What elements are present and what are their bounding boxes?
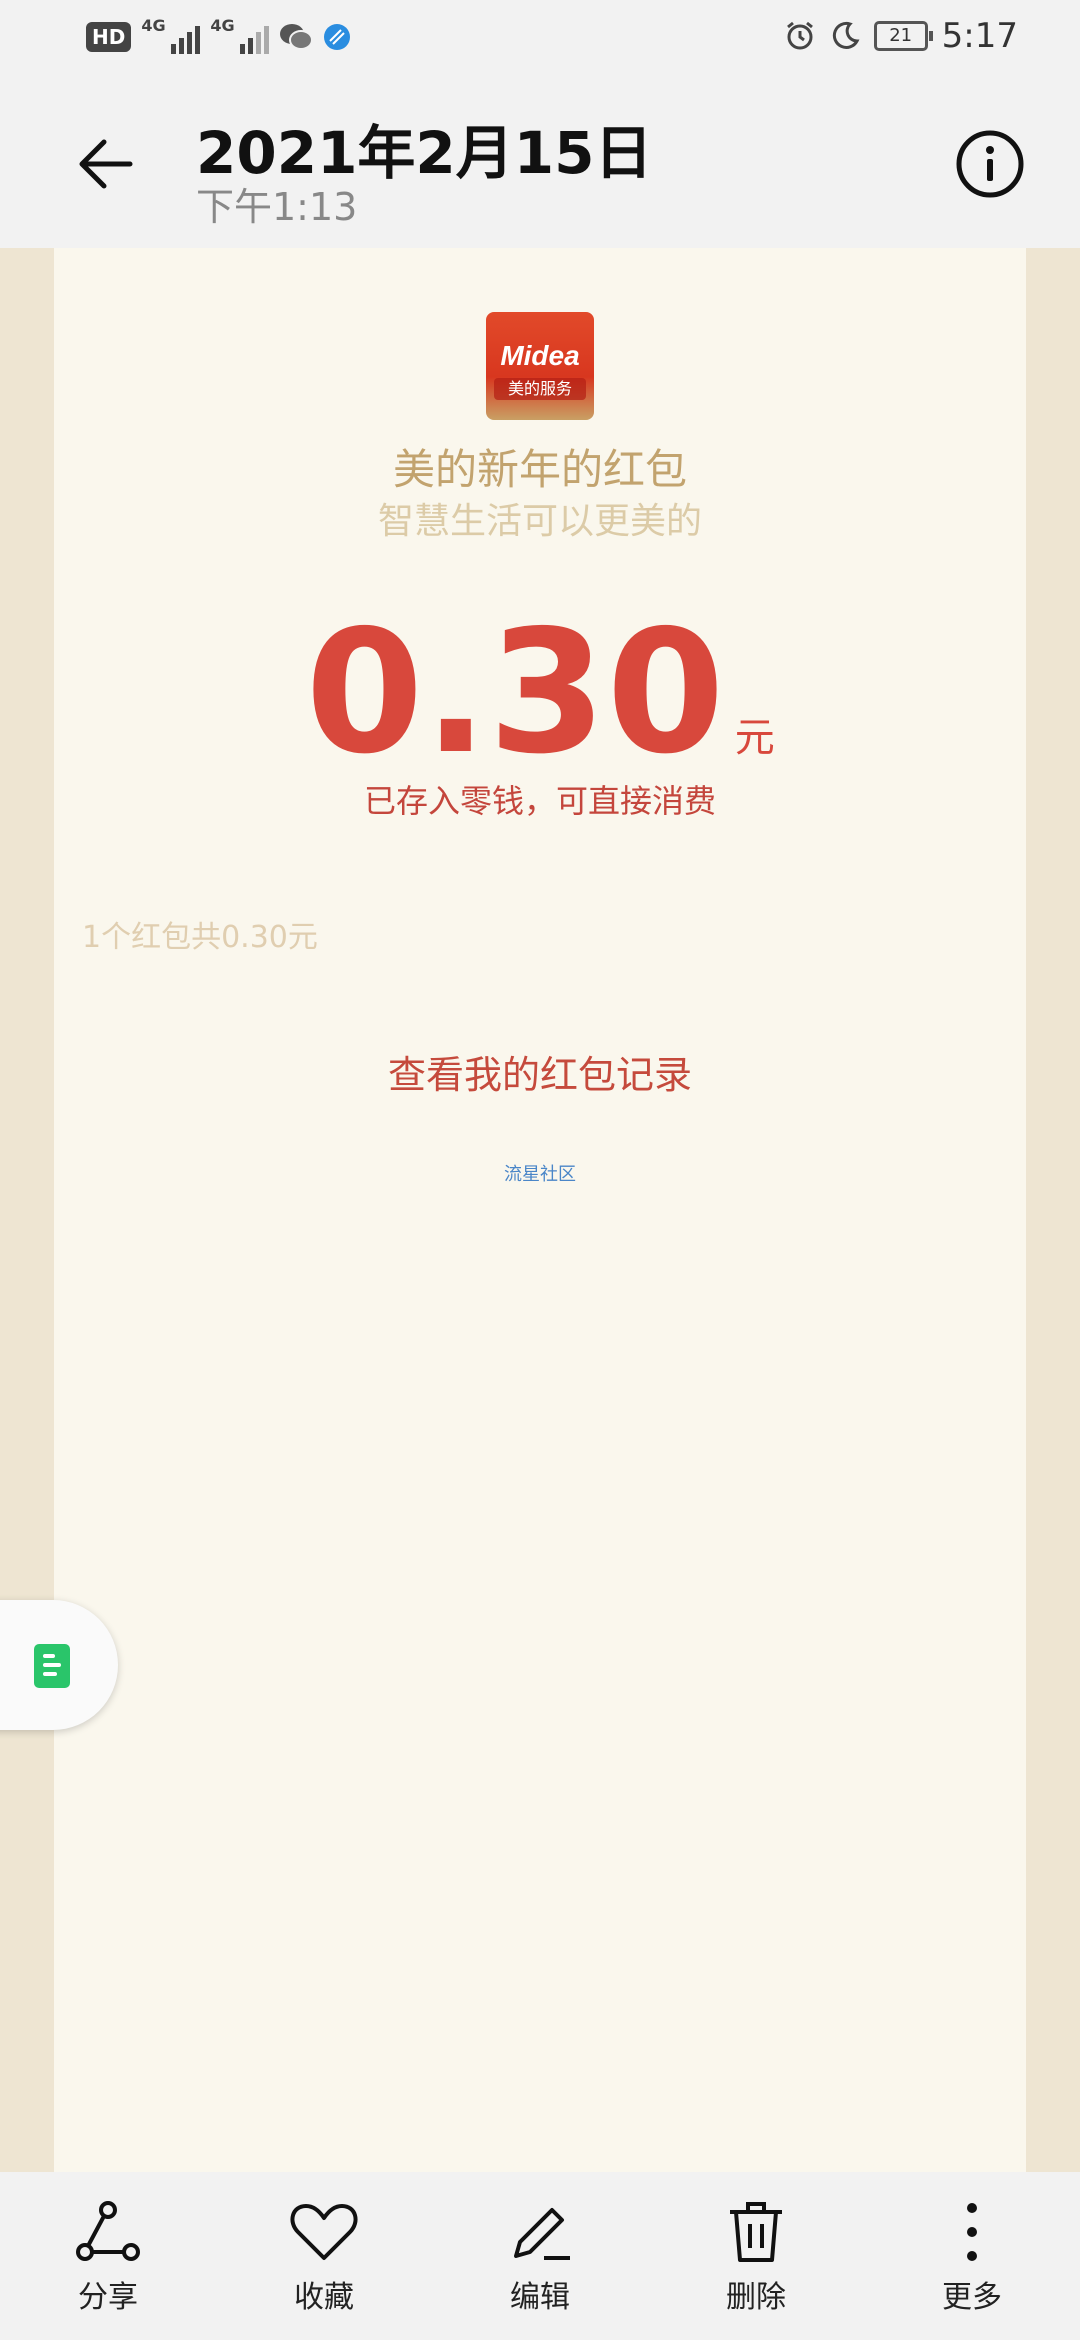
delete-label: 删除 bbox=[726, 2280, 786, 2315]
page-subtitle-time: 下午1:13 bbox=[196, 185, 358, 229]
note-icon bbox=[34, 1644, 70, 1688]
network-type-label: 4G bbox=[141, 16, 166, 35]
favorite-label: 收藏 bbox=[294, 2280, 354, 2315]
browser-icon bbox=[324, 24, 351, 50]
favorite-button[interactable]: 收藏 bbox=[254, 2196, 394, 2316]
amount-value: 0.30 bbox=[305, 594, 725, 792]
more-label: 更多 bbox=[942, 2280, 1002, 2315]
hd-badge: HD bbox=[86, 22, 132, 52]
amount-note: 已存入零钱，可直接消费 bbox=[363, 782, 716, 820]
amount-unit: 元 bbox=[734, 715, 775, 761]
network-type-label-2: 4G bbox=[210, 16, 235, 35]
status-right: 21 5:17 bbox=[784, 16, 1018, 56]
more-dots-icon bbox=[967, 2203, 977, 2261]
midea-logo: Midea 美的服务 bbox=[486, 312, 594, 420]
heart-icon bbox=[290, 2204, 358, 2260]
bottom-toolbar: 分享 收藏 编辑 删除 更多 bbox=[0, 2172, 1080, 2340]
red-packet-card: Midea 美的服务 美的新年的红包 智慧生活可以更美的 0.30 元 已存入零钱… bbox=[54, 248, 1026, 2172]
signal-icon-2: 4G bbox=[210, 16, 270, 54]
share-icon bbox=[76, 2201, 140, 2261]
logo-sub-text: 美的服务 bbox=[494, 378, 586, 400]
status-bar: HD 4G 4G 21 5:17 bbox=[0, 0, 1080, 80]
trash-icon bbox=[730, 2202, 782, 2262]
wechat-icon bbox=[280, 24, 314, 50]
edit-label: 编辑 bbox=[510, 2280, 570, 2315]
title-bar: 2021年2月15日 下午1:13 bbox=[0, 80, 1080, 248]
red-packet-subtitle: 智慧生活可以更美的 bbox=[377, 501, 702, 542]
info-icon[interactable] bbox=[954, 128, 1026, 200]
view-records-link[interactable]: 查看我的红包记录 bbox=[54, 1044, 1026, 1099]
pencil-icon bbox=[514, 2208, 570, 2260]
signal-icon: 4G bbox=[141, 16, 201, 54]
battery-icon: 21 bbox=[873, 21, 933, 51]
logo-brand-text: Midea bbox=[500, 340, 580, 371]
share-button[interactable]: 分享 bbox=[38, 2196, 178, 2316]
delete-button[interactable]: 删除 bbox=[686, 2196, 826, 2316]
community-link[interactable]: 流星社区 bbox=[54, 1160, 1026, 1186]
alarm-icon bbox=[786, 21, 813, 50]
edit-button[interactable]: 编辑 bbox=[470, 2196, 610, 2316]
status-left: HD 4G 4G bbox=[86, 16, 351, 54]
amount-row: 0.30 元 bbox=[54, 594, 1026, 792]
clock: 5:17 bbox=[941, 16, 1018, 56]
share-label: 分享 bbox=[78, 2280, 138, 2315]
packet-count-text: 1个红包共0.30元 bbox=[82, 920, 318, 955]
back-arrow-icon[interactable] bbox=[68, 124, 148, 204]
red-packet-title: 美的新年的红包 bbox=[392, 445, 687, 494]
moon-icon bbox=[832, 21, 860, 49]
more-button[interactable]: 更多 bbox=[902, 2196, 1042, 2316]
